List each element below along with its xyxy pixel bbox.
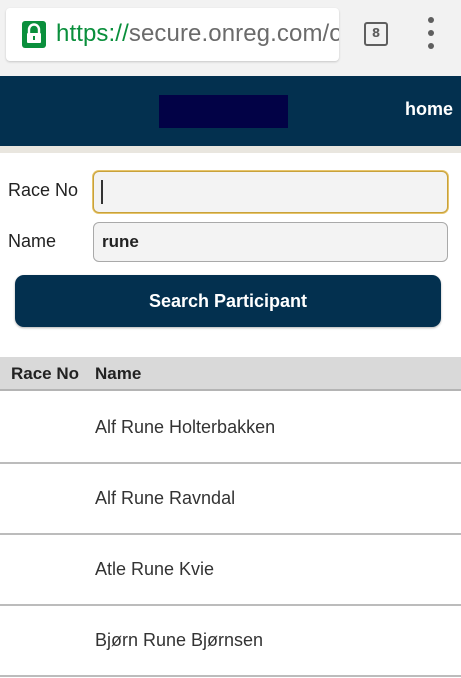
column-header-race-no[interactable]: Race No	[11, 364, 79, 384]
site-header: home	[0, 76, 461, 146]
row-name[interactable]: Atle Rune Kvie	[95, 559, 214, 580]
results-table-header: Race No Name	[0, 357, 461, 391]
name-label: Name	[8, 231, 57, 251]
text-cursor	[101, 180, 103, 204]
search-participant-button[interactable]: Search Participant	[15, 275, 441, 327]
url-text: https://secure.onreg.com/o	[56, 20, 339, 48]
lock-icon	[22, 21, 46, 48]
overflow-menu-icon[interactable]	[424, 17, 438, 51]
row-name[interactable]: Alf Rune Holterbakken	[95, 417, 275, 438]
name-input[interactable]	[93, 222, 448, 262]
race-no-label: Race No	[8, 180, 79, 200]
table-row[interactable]: Bjørn Rune Bjørnsen	[0, 606, 461, 677]
table-row[interactable]: Atle Rune Kvie	[0, 535, 461, 606]
site-logo[interactable]	[159, 95, 288, 128]
home-link[interactable]: home	[405, 99, 453, 120]
header-divider	[0, 146, 461, 153]
column-header-name[interactable]: Name	[95, 364, 141, 384]
row-name[interactable]: Alf Rune Ravndal	[95, 488, 235, 509]
table-row[interactable]: Alf Rune Ravndal	[0, 464, 461, 535]
table-row[interactable]: Alf Rune Holterbakken	[0, 393, 461, 464]
row-name[interactable]: Bjørn Rune Bjørnsen	[95, 630, 263, 651]
browser-toolbar: https://secure.onreg.com/o 8	[0, 0, 461, 76]
tab-switcher-button[interactable]: 8	[364, 22, 388, 46]
address-bar[interactable]: https://secure.onreg.com/o	[6, 8, 339, 61]
url-scheme: https://	[56, 20, 129, 47]
race-no-input[interactable]	[93, 171, 448, 213]
url-host: secure.onreg.com/o	[128, 20, 339, 47]
